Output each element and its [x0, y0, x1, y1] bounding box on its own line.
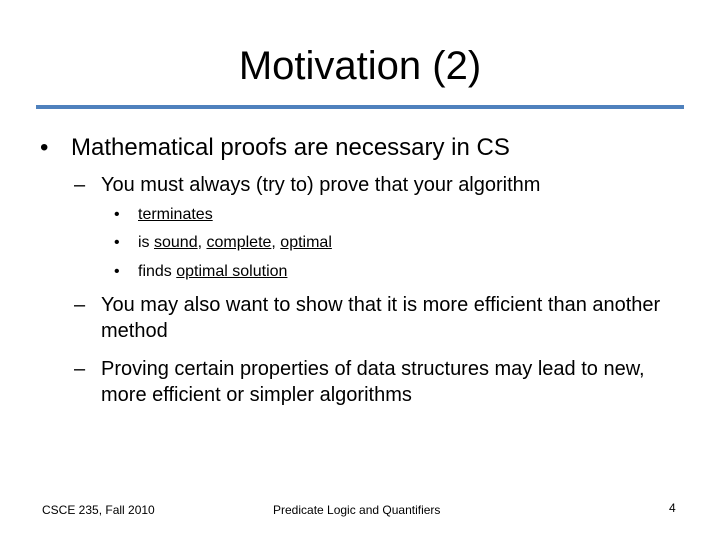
subpoint-text: You may also want to show that it is mor… [101, 294, 661, 342]
sub-item: • is sound, complete, optimal [114, 233, 332, 253]
underlined-term: sound [154, 234, 198, 251]
slide-number: 4 [669, 501, 676, 515]
subpoint: – You may also want to show that it is m… [74, 292, 664, 344]
bullet-icon: • [114, 234, 120, 251]
subpoint-text: Proving certain properties of data struc… [101, 358, 645, 406]
text-fragment: is [138, 234, 154, 251]
underlined-term: complete [206, 234, 272, 251]
main-bullet-text: Mathematical proofs are necessary in CS [71, 134, 510, 161]
underlined-term: optimal [280, 234, 332, 251]
footer-course: CSCE 235, Fall 2010 [42, 503, 155, 517]
dash-icon: – [74, 294, 86, 316]
bullet-icon: • [40, 134, 49, 161]
subpoint-text: You must always (try to) prove that your… [101, 174, 541, 196]
underlined-term: terminates [138, 206, 213, 223]
subpoint: – You must always (try to) prove that yo… [74, 172, 674, 198]
dash-icon: – [74, 358, 86, 380]
subpoint: – Proving certain properties of data str… [74, 356, 674, 408]
sub-item: • finds optimal solution [114, 262, 287, 282]
sub-item: • terminates [114, 205, 213, 225]
underlined-term: optimal solution [176, 263, 288, 280]
footer-topic: Predicate Logic and Quantifiers [273, 503, 441, 517]
title-divider [36, 105, 684, 109]
text-fragment: , [271, 234, 281, 251]
dash-icon: – [74, 174, 86, 196]
slide-title: Motivation (2) [238, 44, 482, 88]
bullet-icon: • [114, 263, 120, 280]
bullet-icon: • [114, 206, 120, 223]
text-fragment: finds [138, 263, 177, 280]
